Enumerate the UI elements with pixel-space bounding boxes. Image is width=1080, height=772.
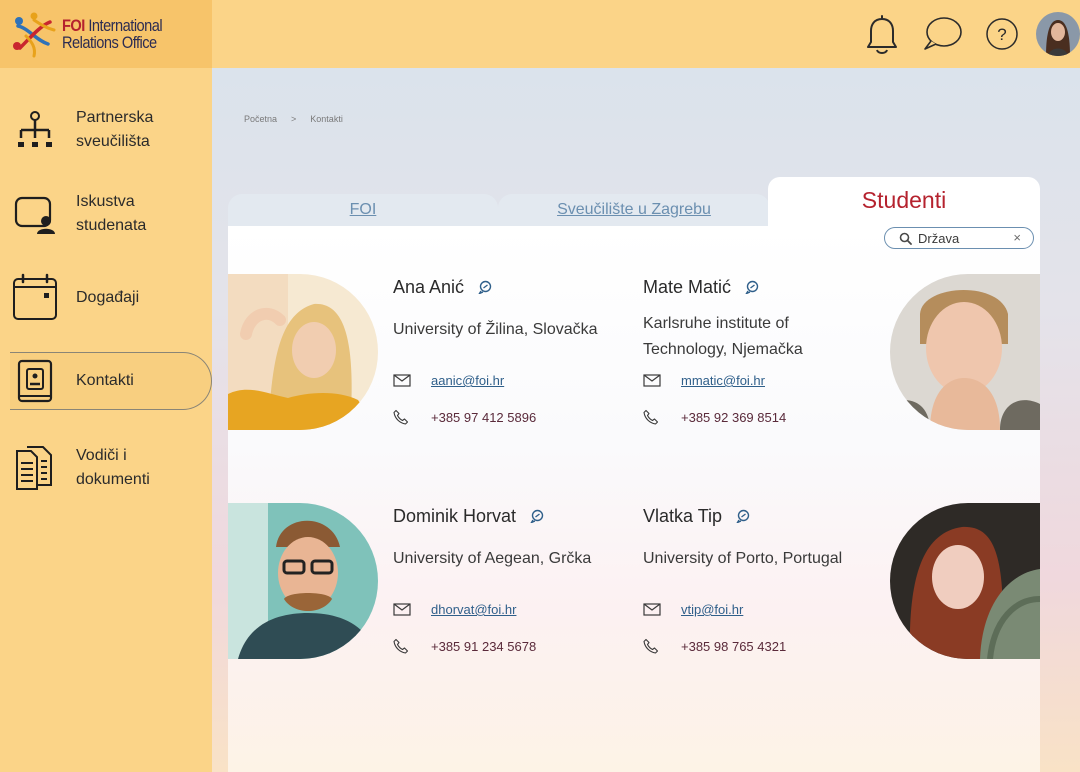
bell-icon	[867, 15, 897, 54]
contact-university: University of Žilina, Slovačka	[393, 321, 598, 338]
sidebar: Partnerska sveučilišta Iskustva studenat…	[0, 68, 212, 772]
country-search-input[interactable]: Država ×	[884, 227, 1034, 249]
org-chart-icon	[10, 103, 60, 157]
contact-email-link[interactable]: dhorvat@foi.hr	[431, 602, 516, 617]
contact-phone[interactable]: +385 91 234 5678	[431, 639, 536, 654]
chat-bubble-icon	[478, 280, 492, 294]
sidebar-item-label: Iskustva studenata	[76, 193, 147, 234]
sidebar-item-label: Kontakti	[76, 372, 134, 389]
chat-bubble-icon	[924, 17, 962, 50]
contact-book-icon	[10, 354, 60, 408]
sidebar-item-partnerska-sveucilista[interactable]: Partnerska sveučilišta	[10, 100, 212, 160]
avatar-photo-icon	[1036, 12, 1080, 56]
mail-icon	[643, 603, 681, 616]
phone-icon	[643, 409, 681, 425]
contact-phone-row: +385 92 369 8514	[643, 409, 786, 425]
sidebar-item-label: Partnerska sveučilišta	[76, 109, 154, 150]
chat-button[interactable]	[530, 509, 544, 523]
sidebar-item-label: Vodiči i dokumenti	[76, 447, 150, 488]
contact-name-row: Ana Anić	[393, 273, 633, 301]
contact-email-row: dhorvat@foi.hr	[393, 602, 516, 617]
contact-phone[interactable]: +385 92 369 8514	[681, 410, 786, 425]
calendar-icon	[10, 271, 60, 325]
contact-university: University of Porto, Portugal	[643, 550, 843, 567]
contact-card-mate: Mate Matić Karlsruhe institute of Techno…	[643, 273, 883, 433]
contact-photo-vlatka	[890, 503, 1040, 659]
help-icon: ?	[986, 18, 1018, 50]
help-button[interactable]: ?	[982, 9, 1022, 59]
user-avatar[interactable]	[1036, 12, 1080, 56]
mail-icon	[643, 374, 681, 387]
contact-name-row: Mate Matić	[643, 273, 883, 301]
contact-name: Mate Matić	[643, 276, 732, 297]
mail-icon	[393, 374, 431, 387]
chat-bubble-icon	[745, 280, 759, 294]
contact-phone-row: +385 91 234 5678	[393, 638, 536, 654]
contact-email-link[interactable]: vtip@foi.hr	[681, 602, 743, 617]
chat-bubble-icon	[736, 509, 750, 523]
tab-foi[interactable]: FOI	[228, 194, 498, 226]
app-root: FOI International Relations Office ? Par…	[0, 0, 1080, 772]
contact-phone[interactable]: +385 98 765 4321	[681, 639, 786, 654]
logo-mark-icon	[13, 12, 56, 58]
contact-email-link[interactable]: aanic@foi.hr	[431, 373, 504, 388]
phone-icon	[393, 638, 431, 654]
contact-card-vlatka: Vlatka Tip University of Porto, Portugal…	[643, 502, 883, 662]
contact-phone-row: +385 98 765 4321	[643, 638, 786, 654]
sidebar-item-dogadaji[interactable]: Događaji	[10, 268, 212, 328]
phone-icon	[393, 409, 431, 425]
top-icons: ?	[862, 0, 1080, 68]
portrait-photo-icon	[890, 503, 1040, 659]
chat-button[interactable]	[736, 509, 750, 523]
brand-logo[interactable]: FOI International Relations Office	[0, 0, 212, 68]
contact-university: University of Aegean, Grčka	[393, 550, 592, 567]
breadcrumb: Početna > Kontakti	[244, 114, 343, 124]
contact-email-link[interactable]: mmatic@foi.hr	[681, 373, 765, 388]
breadcrumb-home[interactable]: Početna	[244, 114, 277, 124]
svg-text:?: ?	[997, 25, 1006, 44]
contact-phone-row: +385 97 412 5896	[393, 409, 536, 425]
tab-studenti[interactable]: Studenti	[768, 177, 1040, 227]
notifications-button[interactable]	[862, 9, 902, 59]
contact-email-row: mmatic@foi.hr	[643, 373, 765, 388]
sidebar-item-label: Događaji	[76, 289, 140, 306]
brand-name: FOI International Relations Office	[62, 17, 163, 52]
portrait-photo-icon	[228, 274, 378, 430]
search-placeholder: Država	[918, 230, 960, 246]
contact-photo-ana	[228, 274, 378, 430]
phone-icon	[643, 638, 681, 654]
breadcrumb-separator: >	[291, 114, 297, 124]
sidebar-item-iskustva-studenata[interactable]: Iskustva studenata	[10, 184, 212, 244]
chat-button[interactable]	[478, 280, 492, 294]
sidebar-item-kontakti[interactable]: Kontakti	[10, 352, 212, 410]
contact-university: Karlsruhe institute of Technology, Njema…	[643, 315, 803, 358]
portrait-photo-icon	[890, 274, 1040, 430]
contact-card-dominik: Dominik Horvat University of Aegean, Grč…	[393, 502, 633, 662]
contact-name-row: Dominik Horvat	[393, 502, 633, 530]
brand-name-line2: Relations Office	[62, 33, 157, 52]
contact-name: Vlatka Tip	[643, 505, 723, 526]
contact-photo-dominik	[228, 503, 378, 659]
chat-button[interactable]	[745, 280, 759, 294]
contact-email-row: aanic@foi.hr	[393, 373, 504, 388]
contact-name-row: Vlatka Tip	[643, 502, 883, 530]
tab-sveuciliste-u-zagrebu[interactable]: Sveučilište u Zagrebu	[498, 194, 770, 226]
sidebar-item-vodici-i-dokumenti[interactable]: Vodiči i dokumenti	[10, 438, 212, 498]
messages-button[interactable]	[920, 9, 964, 59]
contact-phone[interactable]: +385 97 412 5896	[431, 410, 536, 425]
mail-icon	[393, 603, 431, 616]
documents-icon	[10, 441, 60, 495]
chat-bubble-icon	[530, 509, 544, 523]
contact-photo-mate	[890, 274, 1040, 430]
contact-card-ana: Ana Anić University of Žilina, Slovačka …	[393, 273, 633, 433]
contact-email-row: vtip@foi.hr	[643, 602, 743, 617]
search-icon	[899, 232, 912, 245]
breadcrumb-current: Kontakti	[310, 114, 343, 124]
portrait-photo-icon	[228, 503, 378, 659]
clear-search-button[interactable]: ×	[1013, 230, 1021, 245]
user-card-icon	[10, 187, 60, 241]
top-bar: FOI International Relations Office ?	[0, 0, 1080, 68]
contact-name: Ana Anić	[393, 276, 465, 297]
contact-name: Dominik Horvat	[393, 505, 517, 526]
